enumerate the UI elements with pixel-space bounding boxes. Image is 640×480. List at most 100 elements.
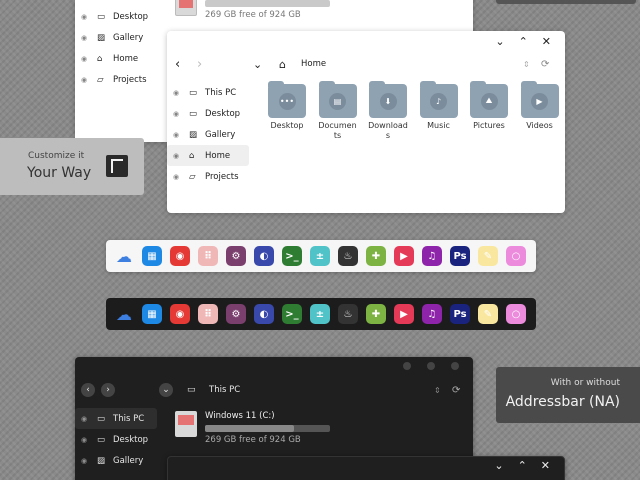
- address-path[interactable]: This PC: [209, 385, 434, 395]
- sidebar-item-gallery[interactable]: ◉ ▨ Gallery: [75, 450, 157, 471]
- dropdown-button[interactable]: ⌄: [253, 58, 279, 71]
- settings-icon[interactable]: ⚙: [226, 246, 246, 266]
- toggle-app-icon[interactable]: ◐: [254, 304, 274, 324]
- photoshop-icon[interactable]: Ps: [450, 246, 470, 266]
- eye-icon: ◉: [173, 130, 180, 139]
- music-app-icon[interactable]: ♫: [422, 246, 442, 266]
- maximize-button[interactable]: ⌃: [518, 459, 527, 472]
- sidebar-item-gallery[interactable]: ◉ ▨ Gallery: [167, 124, 249, 145]
- back-button[interactable]: ‹: [81, 383, 95, 397]
- sidebar-item-projects[interactable]: ◉ ▱ Projects: [167, 166, 249, 187]
- gamepad-icon[interactable]: ✚: [366, 304, 386, 324]
- back-button[interactable]: ‹: [175, 57, 197, 72]
- dark-window-dots: [403, 362, 459, 370]
- folder-desktop[interactable]: ••• Desktop: [267, 81, 307, 131]
- start-menu-icon[interactable]: ▦: [142, 304, 162, 324]
- folder-documents[interactable]: ▤ Documents: [318, 81, 358, 141]
- sidebar-item-home[interactable]: ◉ ⌂ Home: [167, 145, 249, 166]
- sidebar-item-this-pc[interactable]: ◉ ▭ This PC: [167, 82, 249, 103]
- dark-toolbar: ‹ › ⌄ ▭ This PC ⇕ ⟳: [81, 382, 466, 398]
- calculator-icon[interactable]: ±: [310, 246, 330, 266]
- music-app-icon[interactable]: ♫: [422, 304, 442, 324]
- dropdown-button[interactable]: ⌄: [159, 383, 173, 397]
- customize-card: Customize it Your Way: [0, 138, 144, 195]
- chrome-icon[interactable]: ◉: [170, 304, 190, 324]
- video-icon: ▶: [520, 81, 559, 118]
- eye-icon: ◉: [173, 151, 180, 160]
- sidebar-item-desktop[interactable]: ◉ ▭ Desktop: [167, 103, 249, 124]
- main-sidebar: ◉ ▭ This PC ◉ ▭ Desktop ◉ ▨ Gallery ◉ ⌂ Home ◉ ▱ P…: [167, 82, 249, 187]
- gamepad-icon[interactable]: ✚: [366, 246, 386, 266]
- folder-videos[interactable]: ▶ Videos: [520, 81, 560, 131]
- folder-pictures[interactable]: ⛰ Pictures: [469, 81, 509, 131]
- eye-icon: ◉: [173, 88, 180, 97]
- sort-button[interactable]: ⇕: [434, 386, 452, 395]
- drive-entry[interactable]: Windows 11 (C:) 269 GB free of 924 GB: [175, 411, 330, 445]
- eye-icon: ◉: [81, 12, 88, 21]
- refresh-button[interactable]: ⟳: [452, 385, 466, 396]
- folder-label: Downloads: [368, 121, 408, 140]
- eye-icon: ◉: [81, 33, 88, 42]
- terminal-icon[interactable]: >_: [282, 246, 302, 266]
- cloud-app-icon[interactable]: ☁: [114, 246, 134, 266]
- addressbar-line2: Addressbar (NA): [505, 394, 620, 410]
- brand-logo-icon: [106, 155, 128, 177]
- toggle-app-icon[interactable]: ◐: [254, 246, 274, 266]
- folder-label: Desktop: [270, 121, 304, 130]
- maximize-button[interactable]: ⌃: [519, 35, 528, 48]
- eye-icon: ◉: [81, 435, 88, 444]
- home-icon: ⌂: [97, 53, 103, 64]
- apps-grid-icon[interactable]: ⠿: [198, 246, 218, 266]
- forward-button[interactable]: ›: [197, 57, 253, 72]
- top-sidebar-item-projects[interactable]: ◉ ▱ Projects: [75, 69, 157, 90]
- top-drive-entry[interactable]: 269 GB free of 924 GB: [175, 0, 330, 20]
- close-dot[interactable]: [451, 362, 459, 370]
- paint-icon[interactable]: ✎: [478, 246, 498, 266]
- media-player-icon[interactable]: ▶: [394, 246, 414, 266]
- folder-downloads[interactable]: ⬇ Downloads: [368, 81, 408, 141]
- steam-icon[interactable]: ♨: [338, 246, 358, 266]
- customize-line2: Your Way: [27, 165, 92, 181]
- paint-icon[interactable]: ✎: [478, 304, 498, 324]
- music-icon: ♪: [419, 81, 458, 118]
- settings-icon[interactable]: ⚙: [226, 304, 246, 324]
- steam-icon[interactable]: ♨: [338, 304, 358, 324]
- folder-music[interactable]: ♪ Music: [419, 81, 459, 131]
- maximize-dot[interactable]: [427, 362, 435, 370]
- main-explorer-window: ⌄ ⌃ ✕ ‹ › ⌄ ⌂ Home ⇕ ⟳ ◉ ▭ This PC ◉ ▭ Deskt…: [167, 31, 565, 213]
- sort-button[interactable]: ⇕: [523, 60, 541, 69]
- refresh-button[interactable]: ⟳: [541, 59, 555, 70]
- gallery-icon: ▨: [189, 129, 198, 140]
- terminal-icon[interactable]: >_: [282, 304, 302, 324]
- minimize-button[interactable]: ⌄: [494, 459, 503, 472]
- start-menu-icon[interactable]: ▦: [142, 246, 162, 266]
- eye-icon: ◉: [173, 172, 180, 181]
- media-player-icon[interactable]: ▶: [394, 304, 414, 324]
- cloud-app-icon[interactable]: ☁: [114, 304, 134, 324]
- close-button[interactable]: ✕: [541, 459, 550, 472]
- sidebar-item-this-pc[interactable]: ◉ ▭ This PC: [75, 408, 157, 429]
- top-sidebar-item-gallery[interactable]: ◉ ▨ Gallery: [75, 27, 157, 48]
- minimize-dot[interactable]: [403, 362, 411, 370]
- top-sidebar-item-home[interactable]: ◉ ⌂ Home: [75, 48, 157, 69]
- minimize-button[interactable]: ⌄: [495, 35, 504, 48]
- top-sidebar-item-desktop[interactable]: ◉ ▭ Desktop: [75, 6, 157, 27]
- colors-app-icon[interactable]: ○: [506, 304, 526, 324]
- colors-app-icon[interactable]: ○: [506, 246, 526, 266]
- bottom-dark-window: ⌄ ⌃ ✕: [167, 456, 565, 480]
- folder-icon: ▱: [97, 74, 104, 85]
- photoshop-icon[interactable]: Ps: [450, 304, 470, 324]
- address-path[interactable]: Home: [301, 59, 523, 69]
- pc-icon: ▭: [97, 413, 106, 424]
- close-button[interactable]: ✕: [542, 35, 551, 48]
- calculator-icon[interactable]: ±: [310, 304, 330, 324]
- customize-line1: Customize it: [28, 151, 85, 161]
- gallery-icon: ▨: [97, 32, 106, 43]
- eye-icon: ◉: [81, 414, 88, 423]
- forward-button[interactable]: ›: [101, 383, 115, 397]
- eye-icon: ◉: [81, 456, 88, 465]
- sidebar-item-desktop[interactable]: ◉ ▭ Desktop: [75, 429, 157, 450]
- chrome-icon[interactable]: ◉: [170, 246, 190, 266]
- folder-label: Videos: [526, 121, 553, 130]
- apps-grid-icon[interactable]: ⠿: [198, 304, 218, 324]
